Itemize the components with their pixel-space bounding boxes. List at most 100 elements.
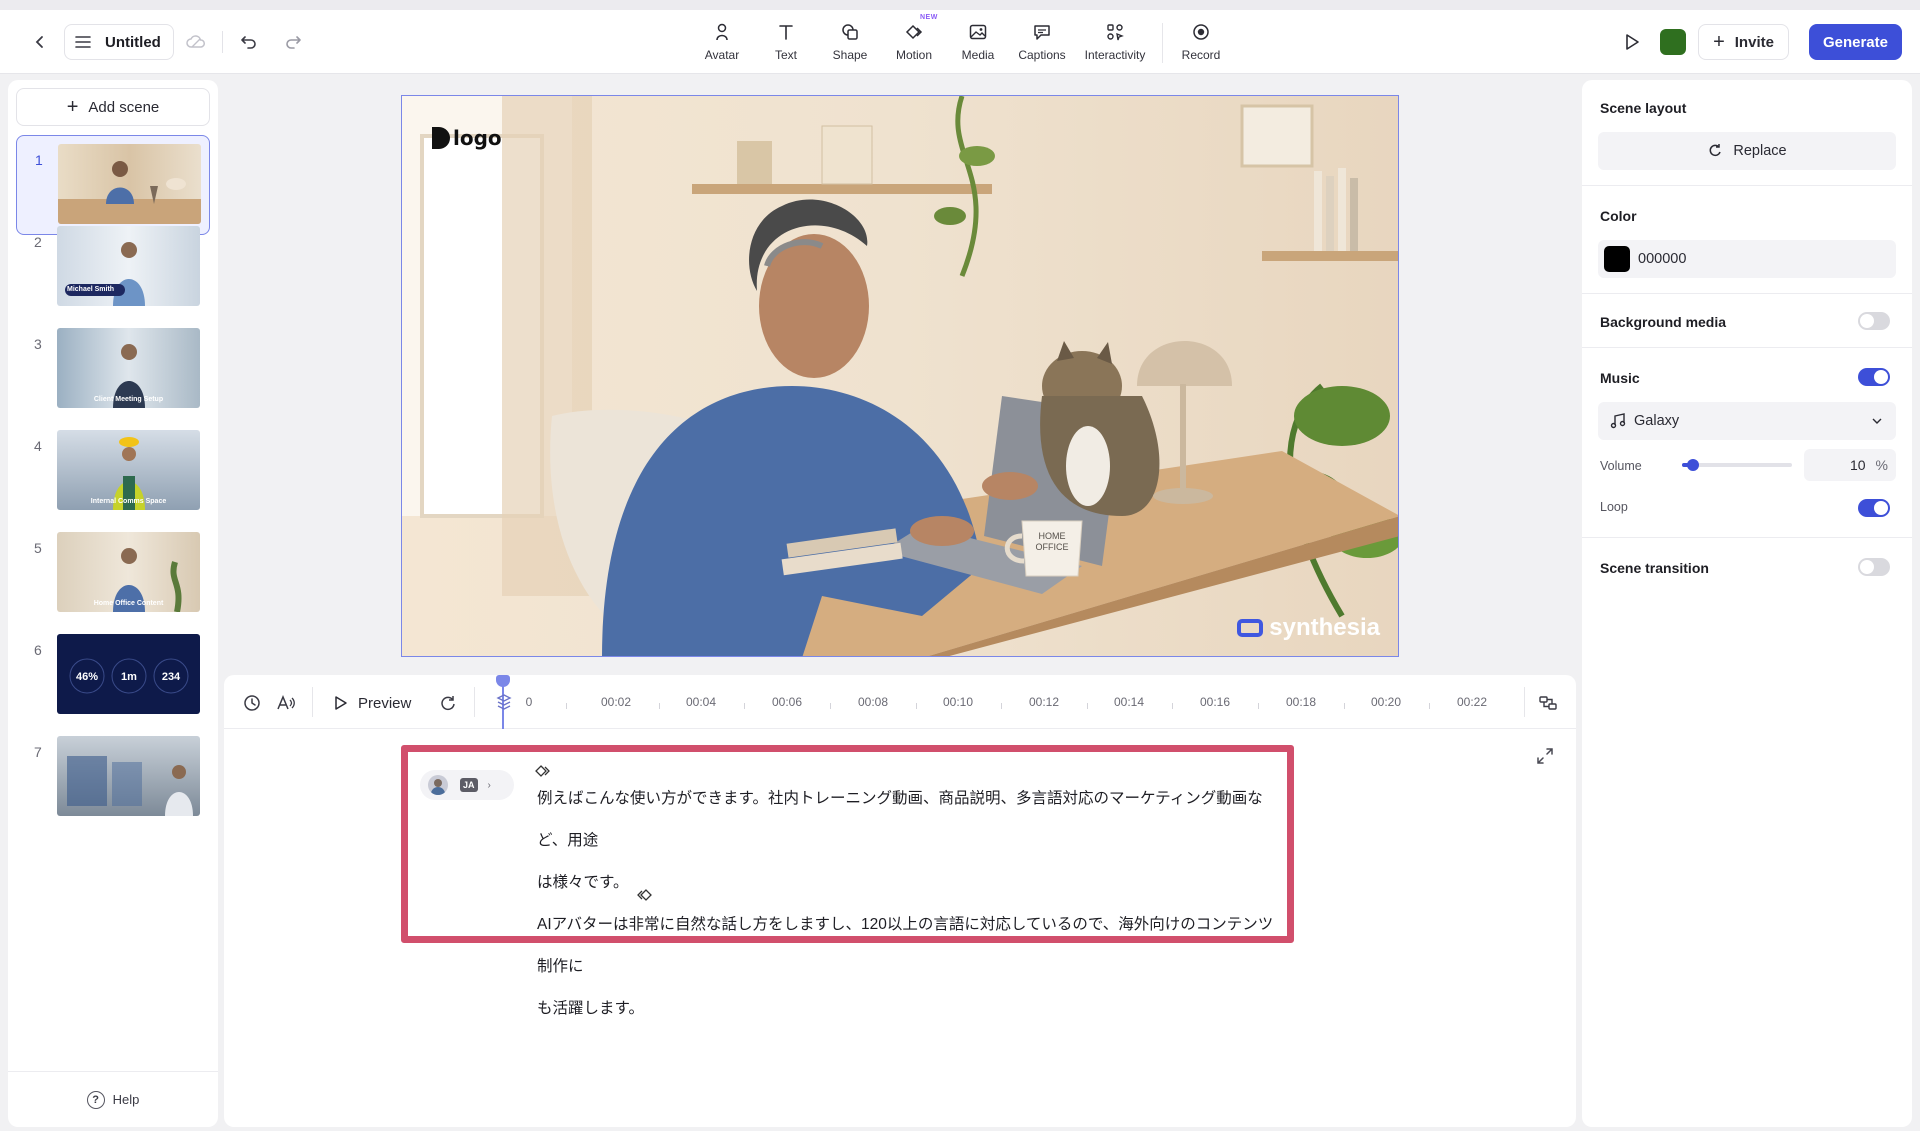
timeline-tick: 00:16 xyxy=(1199,695,1231,709)
scene-number: 3 xyxy=(34,336,42,352)
help-button[interactable]: ? Help xyxy=(8,1071,218,1127)
color-label: Color xyxy=(1600,208,1637,224)
shape-tool[interactable]: Shape xyxy=(818,20,882,66)
menu-icon[interactable] xyxy=(69,28,97,56)
captions-tool[interactable]: Captions xyxy=(1010,20,1074,66)
text-tool[interactable]: Text xyxy=(754,20,818,66)
scene-transition-section: Scene transition xyxy=(1582,538,1912,594)
timeline-ruler[interactable]: 0 00:02 00:04 00:06 00:08 00:10 00:12 00… xyxy=(524,675,1524,729)
scene-background-photo xyxy=(402,96,1398,656)
voice-selector[interactable]: JA › xyxy=(420,770,514,800)
loop-label: Loop xyxy=(1600,500,1628,514)
clock-button[interactable] xyxy=(238,689,266,717)
invite-button[interactable]: + Invite xyxy=(1698,24,1789,60)
script-line: 例えばこんな使い方ができます。社内トレーニング動画、商品説明、多言語対応のマーケ… xyxy=(537,790,1263,849)
split-view-button[interactable] xyxy=(1534,689,1562,717)
scene-item[interactable]: 3 Client Meeting Setup xyxy=(16,320,210,420)
tick-mark xyxy=(830,703,831,709)
volume-slider-handle[interactable] xyxy=(1687,459,1699,471)
replace-label: Replace xyxy=(1733,143,1787,159)
scene-item[interactable]: 5 Home Office Content xyxy=(16,524,210,624)
music-track-select[interactable]: Galaxy xyxy=(1598,402,1896,440)
language-badge: JA xyxy=(460,778,478,792)
window-top-strip xyxy=(0,0,1920,10)
volume-unit: % xyxy=(1875,457,1888,473)
insert-toolbar: Avatar Text Shape NEW Motion Media Capti… xyxy=(690,14,1233,66)
color-swatch[interactable] xyxy=(1604,246,1630,272)
script-editor[interactable]: JA › 例えばこんな使い方ができます。社内トレーニング動画、商品説明、多言語対… xyxy=(401,745,1294,1017)
media-tool-label: Media xyxy=(961,48,995,62)
scene-number: 1 xyxy=(35,152,43,168)
record-tool[interactable]: Record xyxy=(1169,20,1233,66)
tick-mark xyxy=(659,703,660,709)
script-end-marker-icon[interactable] xyxy=(634,888,652,902)
motion-tool-label: Motion xyxy=(895,48,933,62)
volume-label: Volume xyxy=(1600,459,1642,473)
scene-number: 2 xyxy=(34,234,42,250)
scene-number: 4 xyxy=(34,438,42,454)
volume-input[interactable]: 10 % xyxy=(1804,449,1896,481)
project-title[interactable]: Untitled xyxy=(105,34,161,51)
redo-icon xyxy=(286,36,301,49)
media-tool[interactable]: Media xyxy=(946,20,1010,66)
scenes-panel: + Add scene 1 2 Michael Smith 3 Client M… xyxy=(8,80,218,1127)
generate-button[interactable]: Generate xyxy=(1808,24,1902,60)
color-input[interactable]: 000000 xyxy=(1598,240,1896,278)
timeline-tick: 00:14 xyxy=(1113,695,1145,709)
record-icon xyxy=(1193,24,1209,40)
tick-mark xyxy=(1344,703,1345,709)
replace-icon xyxy=(1709,144,1722,157)
project-title-group[interactable]: Untitled xyxy=(64,24,174,60)
plus-icon: + xyxy=(66,95,79,118)
playhead-handle[interactable] xyxy=(496,675,510,687)
loop-preview-button[interactable] xyxy=(434,689,462,717)
refresh-icon xyxy=(441,696,455,711)
redo-button[interactable] xyxy=(277,26,309,58)
motion-icon xyxy=(905,24,923,40)
logo-glyph-icon xyxy=(432,127,450,149)
scene-item[interactable]: 2 Michael Smith xyxy=(16,218,210,318)
scene-transition-toggle[interactable] xyxy=(1858,558,1890,576)
timeline-tick: 00:20 xyxy=(1370,695,1402,709)
motion-tool[interactable]: NEW Motion xyxy=(882,14,946,66)
volume-slider[interactable] xyxy=(1682,459,1792,471)
scene-item[interactable]: 7 xyxy=(16,728,210,828)
scene-layout-section: Scene layout Replace xyxy=(1582,80,1912,186)
preview-button[interactable]: Preview xyxy=(334,689,411,717)
interactivity-tool[interactable]: Interactivity xyxy=(1074,20,1156,66)
loop-toggle[interactable] xyxy=(1858,499,1890,517)
tick-mark xyxy=(566,703,567,709)
script-start-marker-icon[interactable] xyxy=(535,764,553,778)
background-media-toggle[interactable] xyxy=(1858,312,1890,330)
back-button[interactable] xyxy=(24,26,56,58)
divider xyxy=(221,31,223,53)
scene-canvas[interactable]: HOME OFFICE logo synthesia xyxy=(401,95,1399,657)
help-icon: ? xyxy=(86,1090,105,1109)
tick-mark xyxy=(1001,703,1002,709)
replace-layout-button[interactable]: Replace xyxy=(1598,132,1896,170)
help-label: Help xyxy=(112,1092,140,1107)
toolbar-right: + Invite Generate xyxy=(1616,24,1902,60)
media-icon xyxy=(969,24,987,40)
scene-item[interactable]: 6 46% 1m 234 xyxy=(16,626,210,726)
brand-color-swatch[interactable] xyxy=(1660,29,1687,55)
background-media-section: Background media xyxy=(1582,294,1912,348)
script-text[interactable]: 例えばこんな使い方ができます。社内トレーニング動画、商品説明、多言語対応のマーケ… xyxy=(537,778,1277,1030)
undo-button[interactable] xyxy=(233,26,265,58)
scene-stat: 46% xyxy=(75,671,99,683)
add-scene-button[interactable]: + Add scene xyxy=(16,88,210,126)
properties-panel: Scene layout Replace Color 000000 Backgr… xyxy=(1582,80,1912,1127)
scene-thumbnail: 46% 1m 234 xyxy=(57,634,200,714)
play-button[interactable] xyxy=(1616,26,1648,58)
music-section: Music Galaxy Volume Loop xyxy=(1582,348,1912,538)
voice-settings-button[interactable] xyxy=(272,689,300,717)
divider xyxy=(1524,687,1525,717)
mug-label: HOME OFFICE xyxy=(1035,531,1069,552)
scene-item[interactable]: 4 Internal Comms Space xyxy=(16,422,210,522)
clock-icon xyxy=(244,695,260,711)
logo-placeholder[interactable]: logo xyxy=(432,126,502,150)
expand-button[interactable] xyxy=(1536,747,1560,771)
avatar-tool[interactable]: Avatar xyxy=(690,20,754,66)
music-toggle[interactable] xyxy=(1858,368,1890,386)
tick-mark xyxy=(1087,703,1088,709)
